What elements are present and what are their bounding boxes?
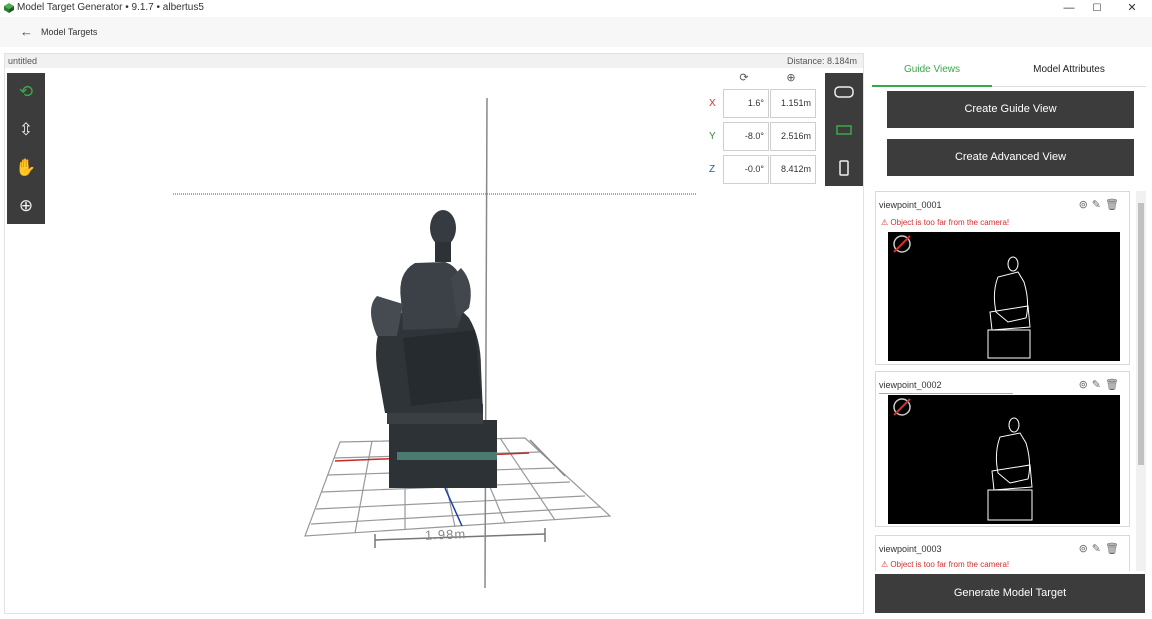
view-thumbnail (888, 395, 1120, 524)
card-action-icons[interactable]: ⊚✎🗑 (1079, 198, 1123, 211)
phone-icon[interactable] (825, 149, 863, 187)
window-title: Model Target Generator • 9.1.7 • albertu… (17, 2, 204, 13)
center-target-icon[interactable]: ⊕ (7, 187, 45, 225)
guide-view-list: viewpoint_0001 ⊚✎🗑 ⚠ Object is too far f… (875, 191, 1135, 571)
tab-model-attributes[interactable]: Model Attributes (992, 53, 1146, 87)
y-position-field[interactable]: 2.516m (770, 122, 816, 151)
x-position-field[interactable]: 1.151m (770, 89, 816, 118)
maximize-button[interactable]: ☐ (1080, 0, 1114, 17)
card-action-icons[interactable]: ⊚✎🗑 (1079, 378, 1123, 391)
tablet-icon[interactable] (825, 111, 863, 149)
grid-dimension-label: 1.98m (424, 526, 467, 543)
3d-viewport[interactable]: untitled Distance: 8.184m 1.98m ⟲ ⇳ ✋ ⊕ … (4, 53, 864, 614)
close-button[interactable]: ✕ (1115, 0, 1149, 17)
create-guide-view-button[interactable]: Create Guide View (887, 91, 1134, 128)
card-action-icons[interactable]: ⊚✎🗑 (1079, 542, 1123, 555)
x-rotation-field[interactable]: 1.6° (723, 89, 769, 118)
back-arrow-icon[interactable]: ← (20, 24, 33, 39)
list-item[interactable]: viewpoint_0001 ⊚✎🗑 ⚠ Object is too far f… (875, 191, 1130, 365)
headset-icon[interactable] (825, 73, 863, 111)
generate-model-target-button[interactable]: Generate Model Target (875, 574, 1145, 613)
breadcrumb[interactable]: Model Targets (41, 27, 97, 37)
title-bar: Model Target Generator • 9.1.7 • albertu… (0, 0, 1152, 17)
rotation-icon: ⟳ (739, 72, 749, 84)
x-axis-label: X (709, 98, 716, 109)
tab-guide-views[interactable]: Guide Views (872, 53, 992, 87)
view-thumbnail (888, 232, 1120, 361)
translation-icon: ⊕ (786, 72, 796, 84)
view-name[interactable]: viewpoint_0002 (879, 380, 942, 390)
app-logo-icon (4, 3, 14, 13)
vertical-move-icon[interactable]: ⇳ (7, 111, 45, 149)
list-item[interactable]: viewpoint_0003 ⊚✎🗑 ⚠ Object is too far f… (875, 535, 1130, 571)
viewport-header: untitled Distance: 8.184m (5, 54, 863, 68)
guide-views-panel: Guide Views Model Attributes Create Guid… (868, 53, 1152, 619)
orbit-icon[interactable]: ⟲ (7, 73, 45, 111)
distance-readout: Distance: 8.184m (786, 56, 857, 66)
y-axis-label: Y (709, 131, 716, 142)
model-name: untitled (8, 56, 38, 66)
warning-message: ⚠ Object is too far from the camera! (881, 560, 1010, 569)
create-advanced-view-button[interactable]: Create Advanced View (887, 139, 1134, 176)
navigation-toolbar: ⟲ ⇳ ✋ (7, 73, 45, 187)
nav-bar: ← Model Targets (0, 17, 1152, 47)
device-toolbar (825, 73, 863, 186)
z-position-field[interactable]: 8.412m (770, 155, 816, 184)
panel-tabs: Guide Views Model Attributes (872, 53, 1146, 87)
y-rotation-field[interactable]: -8.0° (723, 122, 769, 151)
statue-model (371, 210, 497, 488)
view-name[interactable]: viewpoint_0001 (879, 200, 942, 210)
warning-message: ⚠ Object is too far from the camera! (881, 218, 1010, 227)
pan-hand-icon[interactable]: ✋ (7, 149, 45, 187)
camera-coordinates: ⟳ ⊕ X 1.6° 1.151m Y -8.0° 2.516m Z -0.0°… (703, 68, 823, 188)
y-axis-line (484, 97, 488, 589)
list-item[interactable]: viewpoint_0002 ⊚✎🗑 (875, 371, 1130, 527)
center-toolbar: ⊕ (7, 187, 45, 224)
z-axis-label: Z (709, 164, 716, 175)
scrollbar-thumb[interactable] (1138, 203, 1144, 465)
z-rotation-field[interactable]: -0.0° (723, 155, 769, 184)
view-name[interactable]: viewpoint_0003 (879, 544, 942, 554)
